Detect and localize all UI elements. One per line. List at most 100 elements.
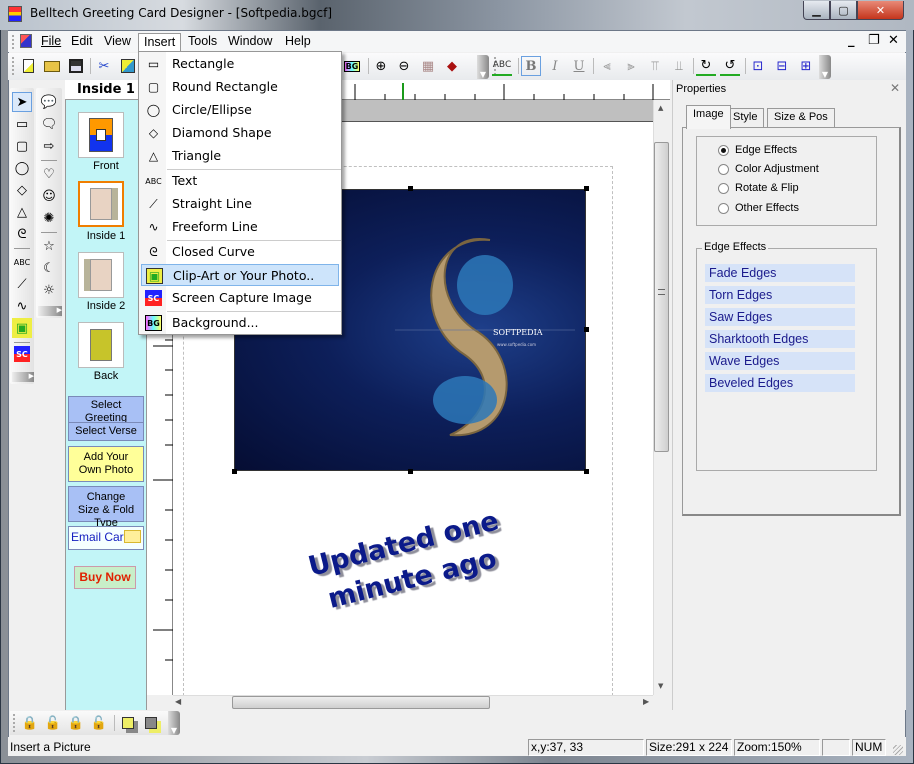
select-tool-icon[interactable]: ➤ (12, 92, 32, 112)
align-left-icon[interactable]: ⫷ (597, 56, 617, 76)
toolbar-grip[interactable] (12, 57, 14, 75)
maximize-button[interactable]: ▢ (830, 1, 857, 20)
thought-bubble-tool-icon[interactable]: 🗨 (39, 114, 59, 134)
grid-icon[interactable]: ▦ (418, 56, 438, 76)
menu-item-rectangle[interactable]: ▭ Rectangle (141, 53, 339, 75)
tab-image[interactable]: Image (686, 105, 731, 129)
scroll-down-arrow-icon[interactable]: ▼ (658, 682, 663, 690)
zoom-in-icon[interactable]: ⊕ (371, 56, 391, 76)
speech-bubble-tool-icon[interactable]: 💬 (39, 92, 59, 112)
freeform-tool-icon[interactable]: ∿ (12, 296, 32, 316)
radio-button[interactable] (718, 163, 729, 175)
scroll-right-arrow-icon[interactable]: ▶ (643, 697, 649, 706)
app-icon[interactable] (8, 6, 22, 22)
radio-button-checked[interactable] (718, 144, 729, 156)
radio-rotate-flip[interactable]: Rotate & Flip (718, 182, 799, 194)
menu-insert[interactable]: Insert (138, 33, 182, 52)
center-horizontal-icon[interactable]: ⊟ (772, 56, 792, 76)
help-book-icon[interactable]: ◆ (442, 56, 462, 76)
menu-item-round-rectangle[interactable]: ▢ Round Rectangle (141, 76, 339, 98)
cut-icon[interactable]: ✂ (94, 56, 114, 76)
menubar-grip[interactable] (12, 35, 14, 49)
mdi-minimize-button[interactable]: _ (848, 33, 855, 48)
menu-item-background[interactable]: BG Background... (141, 312, 339, 334)
resize-handle-e[interactable] (584, 327, 589, 332)
tab-style[interactable]: Style (726, 108, 765, 128)
center-icon[interactable]: ⊡ (748, 56, 768, 76)
rectangle-tool-icon[interactable]: ▭ (12, 114, 32, 134)
add-photo-button[interactable]: Add Your Own Photo (68, 446, 144, 482)
unlock-all-icon[interactable]: 🔓 (89, 713, 109, 733)
page-thumb-inside-2[interactable] (78, 252, 124, 298)
smiley-tool-icon[interactable]: ☺ (39, 186, 59, 206)
menu-tools[interactable]: Tools (183, 33, 222, 52)
menu-window[interactable]: Window (223, 33, 277, 52)
mdi-restore-button[interactable]: ❐ (868, 33, 880, 48)
palette-expand-chevron[interactable]: ▶ (12, 372, 34, 382)
minimize-button[interactable]: ▁ (803, 1, 830, 20)
resize-handle-se[interactable] (584, 469, 589, 474)
menu-view[interactable]: View (99, 33, 136, 52)
mdi-close-button[interactable]: ✕ (888, 33, 899, 48)
menu-item-triangle[interactable]: △ Triangle (141, 145, 339, 167)
palette-expand-chevron[interactable]: ▶ (38, 306, 62, 316)
round-rectangle-tool-icon[interactable]: ▢ (12, 136, 32, 156)
sun-tool-icon[interactable]: ☼ (39, 280, 59, 300)
resize-handle-s[interactable] (408, 469, 413, 474)
bring-front-icon[interactable] (118, 713, 138, 733)
screen-capture-tool-icon[interactable]: SC (14, 346, 30, 362)
menu-item-circle-ellipse[interactable]: ◯ Circle/Ellipse (141, 99, 339, 121)
zoom-out-icon[interactable]: ⊖ (394, 56, 414, 76)
menu-file[interactable]: File (36, 33, 66, 52)
menu-item-clip-art-photo[interactable]: ▣ Clip-Art or Your Photo.. (141, 264, 339, 286)
toolbar-overflow-chevron[interactable]: ▼ (477, 55, 489, 79)
select-verse-button[interactable]: Select Verse (68, 422, 144, 441)
scroll-up-arrow-icon[interactable]: ▲ (658, 104, 663, 112)
menu-help[interactable]: Help (280, 33, 316, 52)
align-right-icon[interactable]: ⫸ (621, 56, 641, 76)
properties-close-button[interactable]: ✕ (890, 81, 900, 95)
toolbar-grip[interactable] (13, 714, 15, 732)
document-icon[interactable] (20, 34, 32, 48)
triangle-tool-icon[interactable]: △ (12, 202, 32, 222)
resize-handle-sw[interactable] (232, 469, 237, 474)
lock-all-icon[interactable]: 🔒 (66, 713, 86, 733)
send-back-icon[interactable] (141, 713, 161, 733)
page-thumb-back[interactable] (78, 322, 124, 368)
rotate-left-icon[interactable]: ↺ (720, 56, 740, 76)
align-top-icon[interactable]: ⫪ (645, 56, 665, 76)
save-icon[interactable] (66, 56, 86, 76)
buy-now-button[interactable]: Buy Now (74, 566, 136, 589)
radio-color-adjustment[interactable]: Color Adjustment (718, 163, 819, 175)
close-button[interactable]: ✕ (857, 1, 904, 20)
page-thumb-inside-1[interactable] (78, 181, 124, 227)
tab-size-pos[interactable]: Size & Pos (767, 108, 835, 128)
vertical-scroll-thumb[interactable] (654, 142, 669, 452)
fade-edges-button[interactable]: Fade Edges (705, 264, 855, 282)
menu-item-text[interactable]: ABC Text (141, 170, 339, 192)
arrow-tool-icon[interactable]: ⇨ (39, 136, 59, 156)
email-card-button[interactable]: Email Card (68, 526, 144, 550)
resize-grip-icon[interactable] (893, 745, 903, 755)
toolbar-overflow-chevron[interactable]: ▼ (168, 711, 180, 735)
diamond-tool-icon[interactable]: ◇ (12, 180, 32, 200)
horizontal-scroll-thumb[interactable] (232, 696, 490, 709)
burst-tool-icon[interactable]: ✺ (39, 208, 59, 228)
toolbar-overflow-chevron[interactable]: ▼ (819, 55, 831, 79)
rotate-right-icon[interactable]: ↻ (696, 56, 716, 76)
page-thumb-front[interactable] (78, 112, 124, 158)
scroll-left-arrow-icon[interactable]: ◀ (175, 697, 181, 706)
open-icon[interactable] (42, 56, 62, 76)
lock-icon[interactable]: 🔒 (20, 713, 40, 733)
menu-item-freeform-line[interactable]: ∿ Freeform Line (141, 216, 339, 238)
moon-tool-icon[interactable]: ☾ (39, 258, 59, 278)
italic-icon[interactable]: I (545, 56, 565, 76)
ellipse-tool-icon[interactable]: ◯ (12, 158, 32, 178)
beveled-edges-button[interactable]: Beveled Edges (705, 374, 855, 392)
menu-edit[interactable]: Edit (66, 33, 98, 52)
radio-edge-effects[interactable]: Edge Effects (718, 144, 797, 156)
picture-tool-icon[interactable]: ▣ (12, 318, 32, 338)
paste-icon[interactable] (118, 56, 138, 76)
heart-tool-icon[interactable]: ♡ (39, 164, 59, 184)
menu-item-screen-capture[interactable]: SC Screen Capture Image (141, 287, 339, 309)
